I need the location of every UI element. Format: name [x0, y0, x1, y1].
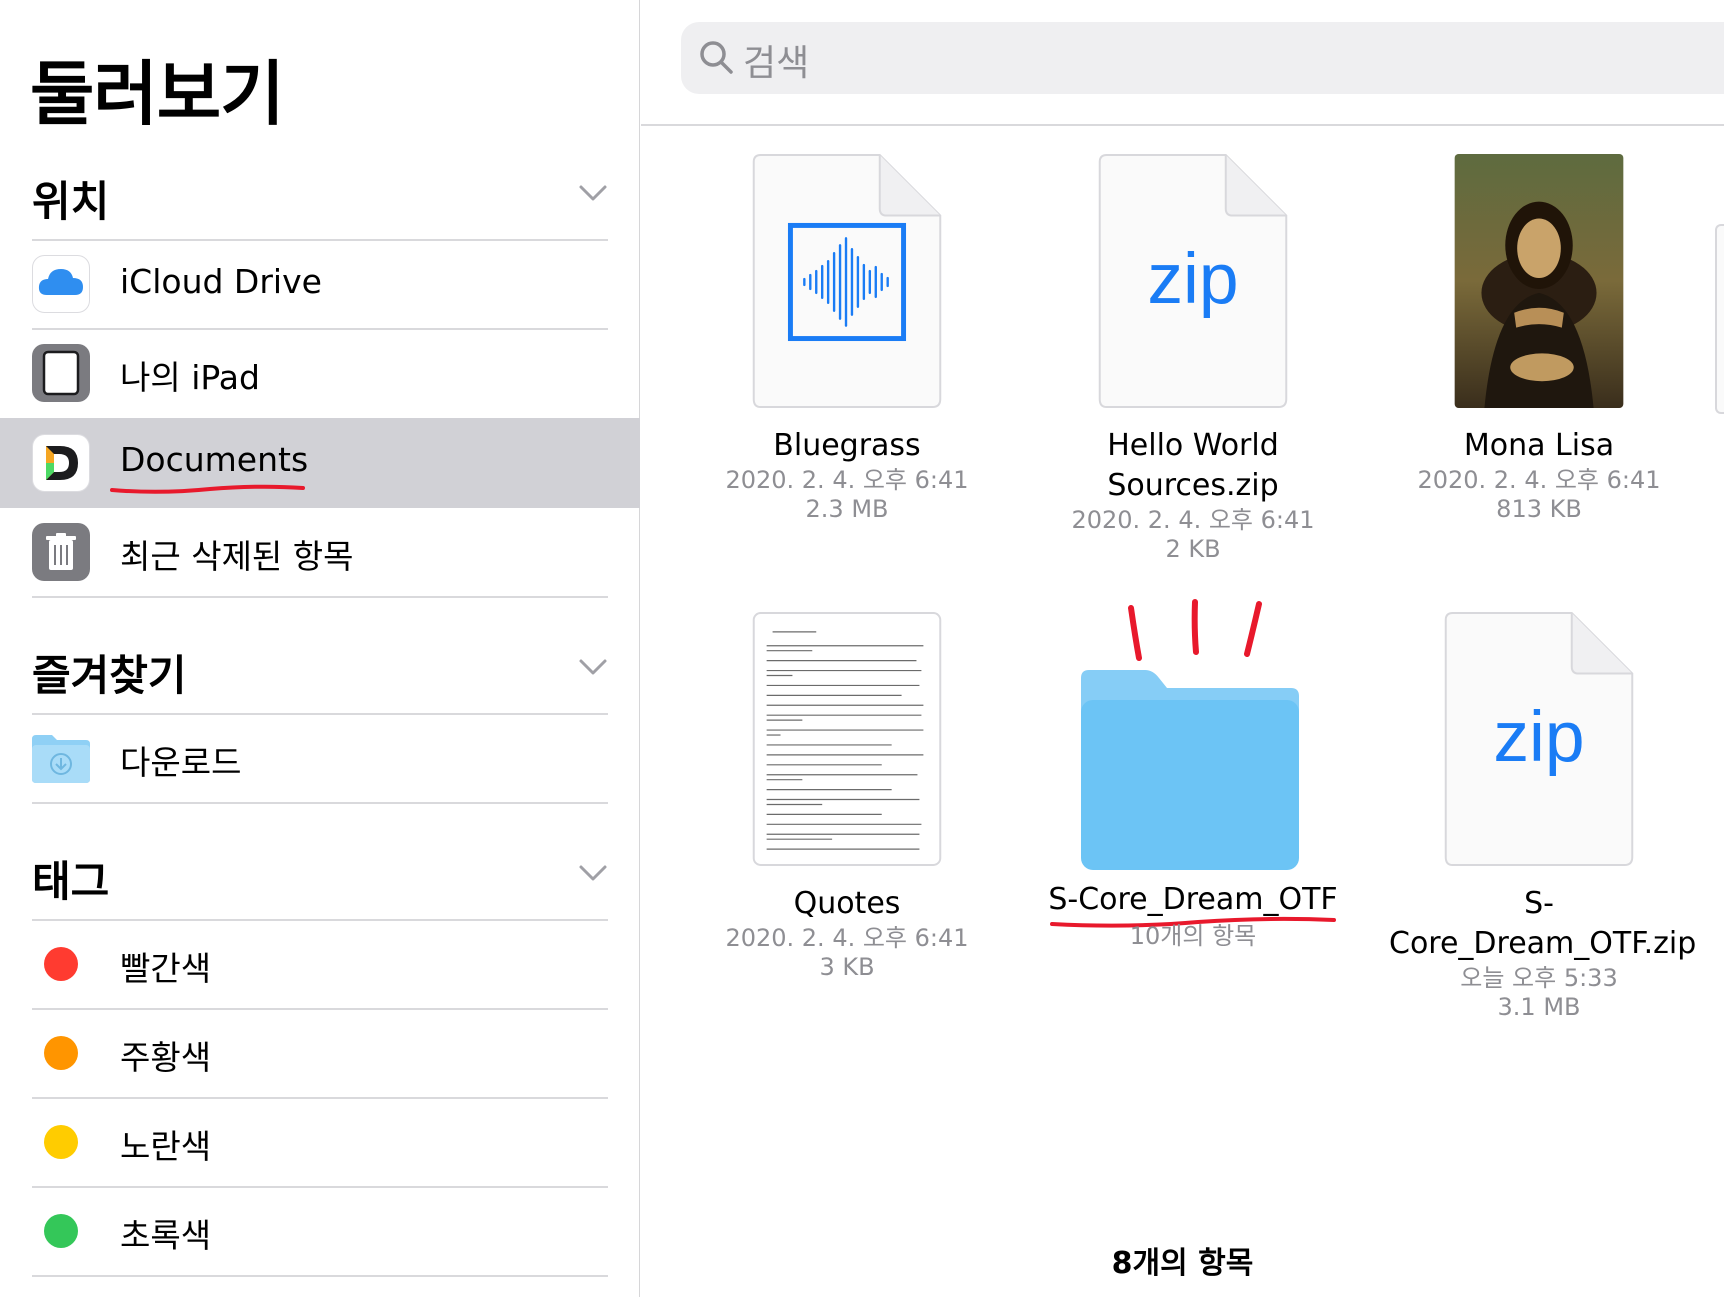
chevron-down-icon[interactable] [578, 862, 608, 884]
sidebar-item-label: 나의 iPad [120, 358, 260, 397]
text-document-icon [752, 612, 942, 866]
partial-file-thumbnail[interactable] [1715, 224, 1724, 414]
sidebar-item-label: Documents [120, 440, 309, 479]
divider [32, 596, 608, 598]
file-size: 2 KB [1165, 535, 1221, 563]
sidebar-item-recently-deleted[interactable]: 최근 삭제된 항목 [0, 508, 640, 596]
sidebar-item-tag-green[interactable]: 초록색 [0, 1187, 640, 1275]
file-name: Quotes [793, 886, 901, 921]
sidebar-item-label: iCloud Drive [120, 262, 322, 301]
sidebar-item-tag-yellow[interactable]: 노란색 [0, 1098, 640, 1186]
tag-color-dot [44, 1125, 78, 1159]
sidebar-item-label: 다운로드 [120, 743, 242, 782]
file-item-s-core-dream-otf-zip[interactable]: zip S-Core_Dream_OTF.zip 오늘 오후 5:33 3.1 … [1379, 612, 1699, 1022]
folder-name: S-Core_Dream_OTF [1048, 882, 1338, 917]
divider [32, 1275, 608, 1277]
sidebar-item-label: 최근 삭제된 항목 [120, 537, 354, 576]
item-count-footer: 8개의 항목 [1111, 1246, 1254, 1281]
chevron-down-icon[interactable] [578, 182, 608, 204]
section-favorites-title: 즐겨찾기 [32, 651, 187, 700]
audio-file-icon [752, 154, 942, 408]
tag-color-dot [44, 947, 78, 981]
file-item-hello-world-sources-zip[interactable]: zip Hello World Sources.zip 2020. 2. 4. … [1033, 154, 1353, 564]
file-size: 3 KB [819, 953, 875, 981]
tag-color-dot [44, 1214, 78, 1248]
search-field[interactable]: 검색 [681, 22, 1724, 94]
sidebar-item-tag-red[interactable]: 빨간색 [0, 920, 640, 1008]
search-placeholder: 검색 [743, 43, 810, 84]
file-name: Mona Lisa [1463, 428, 1615, 463]
sidebar-item-icloud-drive[interactable]: iCloud Drive [0, 240, 640, 328]
sidebar-item-downloads[interactable]: 다운로드 [0, 714, 640, 802]
file-name: Bluegrass [773, 428, 921, 463]
downloads-folder-icon [32, 735, 90, 783]
section-locations-header[interactable]: 위치 [32, 168, 608, 238]
sidebar-item-documents[interactable]: Documents [0, 418, 640, 508]
sidebar-item-label: 초록색 [120, 1216, 212, 1255]
section-favorites-header[interactable]: 즐겨찾기 [32, 642, 608, 712]
header-divider [641, 124, 1724, 126]
file-size: 813 KB [1496, 495, 1582, 523]
section-tags-header[interactable]: 태그 [32, 848, 608, 918]
file-item-bluegrass[interactable]: Bluegrass 2020. 2. 4. 오후 6:41 2.3 MB [687, 154, 1007, 524]
zip-file-icon: zip [1098, 154, 1288, 408]
documents-app-icon [32, 434, 90, 492]
file-item-quotes[interactable]: Quotes 2020. 2. 4. 오후 6:41 3 KB [687, 612, 1007, 982]
red-annotation-underline [110, 484, 305, 494]
sidebar-item-label: 빨간색 [120, 949, 212, 988]
red-annotation-marks [1128, 599, 1262, 661]
search-icon [700, 41, 733, 74]
file-name: S-Core_Dream_OTF.zip [1389, 886, 1697, 961]
divider [32, 802, 608, 804]
section-locations-title: 위치 [32, 177, 110, 226]
section-tags-title: 태그 [32, 857, 110, 906]
folder-item-s-core-dream-otf[interactable]: S-Core_Dream_OTF 10개의 항목 [1033, 596, 1353, 951]
file-date: 2020. 2. 4. 오후 6:41 [725, 924, 969, 952]
zip-glyph: zip [1147, 239, 1238, 319]
image-thumbnail [1454, 154, 1624, 408]
file-size: 2.3 MB [805, 495, 889, 523]
sidebar: 둘러보기 위치 iCloud Drive 나의 iPad Documents 최… [0, 0, 640, 1297]
file-name: Hello World Sources.zip [1107, 428, 1279, 503]
file-date: 2020. 2. 4. 오후 6:41 [1417, 466, 1661, 494]
sidebar-item-label: 주황색 [120, 1038, 212, 1077]
file-size: 3.1 MB [1497, 993, 1581, 1021]
chevron-down-icon[interactable] [578, 656, 608, 678]
sidebar-item-my-ipad[interactable]: 나의 iPad [0, 329, 640, 417]
ipad-icon [32, 344, 90, 402]
folder-icon [1081, 670, 1299, 870]
file-browser-main: 검색 Bluegrass 2020. 2. 4. 오후 6:41 2.3 MB … [641, 0, 1724, 1297]
trash-icon [32, 523, 90, 581]
file-date: 오늘 오후 5:33 [1460, 964, 1618, 992]
file-date: 2020. 2. 4. 오후 6:41 [1071, 506, 1315, 534]
sidebar-item-label: 노란색 [120, 1127, 212, 1166]
sidebar-title: 둘러보기 [30, 53, 285, 135]
zip-file-icon: zip [1444, 612, 1634, 866]
sidebar-item-tag-orange[interactable]: 주황색 [0, 1009, 640, 1097]
icloud-icon [32, 255, 90, 313]
tag-color-dot [44, 1036, 78, 1070]
file-date: 2020. 2. 4. 오후 6:41 [725, 466, 969, 494]
file-item-mona-lisa[interactable]: Mona Lisa 2020. 2. 4. 오후 6:41 813 KB [1379, 154, 1699, 524]
zip-glyph: zip [1493, 697, 1584, 777]
